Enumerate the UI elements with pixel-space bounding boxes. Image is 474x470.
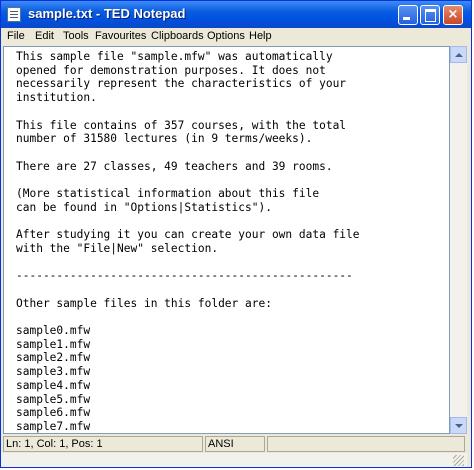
text-editor[interactable]: This sample file "sample.mfw" was automa… [3, 46, 450, 434]
menu-file[interactable]: File [7, 30, 25, 42]
menu-edit[interactable]: Edit [35, 30, 54, 42]
menu-options[interactable]: Options [207, 30, 245, 42]
scroll-down-arrow-icon [455, 424, 463, 428]
status-bar: Ln: 1, Col: 1, Pos: 1 ANSI [1, 435, 471, 453]
menu-tools[interactable]: Tools [63, 30, 89, 42]
close-button[interactable]: × [443, 5, 463, 25]
scroll-up-arrow-icon [455, 53, 463, 57]
bottom-strip [1, 453, 467, 467]
title-bar[interactable]: sample.txt - TED Notepad × [1, 1, 471, 28]
menu-favourites[interactable]: Favourites [95, 30, 146, 42]
menu-clipboards[interactable]: Clipboards [151, 30, 204, 42]
status-panel-empty [267, 436, 465, 452]
close-icon: × [447, 7, 459, 22]
resize-grip-icon[interactable] [453, 455, 464, 466]
minimize-button[interactable] [398, 5, 418, 25]
scroll-down-button[interactable] [450, 417, 467, 434]
menu-help[interactable]: Help [249, 30, 272, 42]
menu-bar: File Edit Tools Favourites Clipboards Op… [1, 28, 471, 46]
scroll-up-button[interactable] [450, 46, 467, 63]
vertical-scrollbar[interactable] [450, 46, 467, 434]
document-text[interactable]: This sample file "sample.mfw" was automa… [4, 47, 449, 433]
encoding-status: ANSI [205, 436, 265, 452]
notepad-app-icon[interactable] [7, 7, 21, 22]
maximize-button[interactable] [420, 5, 440, 25]
notepad-window: sample.txt - TED Notepad × File Edit Too… [0, 0, 472, 468]
window-title: sample.txt - TED Notepad [28, 6, 186, 21]
cursor-position-status: Ln: 1, Col: 1, Pos: 1 [3, 436, 203, 452]
